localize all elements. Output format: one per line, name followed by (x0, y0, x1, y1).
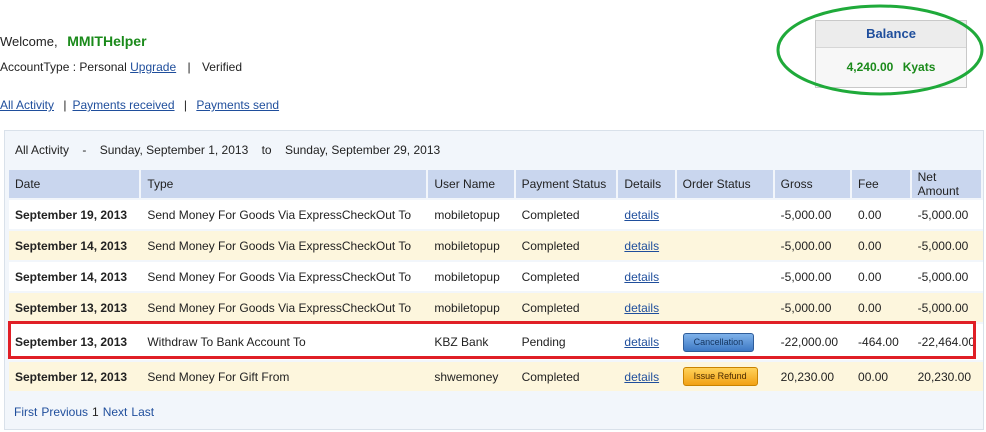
cell-gross: -5,000.00 (774, 200, 853, 229)
cell-date: September 13, 2013 (9, 293, 142, 322)
issue-refund-button[interactable]: Issue Refund (682, 367, 758, 386)
cell-details: details (618, 362, 677, 391)
all-activity-link[interactable]: All Activity (0, 98, 54, 112)
range-to-word: to (261, 143, 272, 157)
cell-date: September 14, 2013 (9, 231, 142, 260)
cell-net: -5,000.00 (911, 231, 983, 260)
nav-separator: | (183, 98, 187, 112)
date-range: All Activity - Sunday, September 1, 2013… (15, 143, 450, 157)
header-order-status: Order Status (676, 170, 775, 198)
cell-net: -5,000.00 (911, 262, 983, 291)
table-row: September 13, 2013 Send Money For Goods … (9, 293, 983, 322)
table-header-row: Date Type User Name Payment Status Detai… (9, 170, 983, 198)
details-link[interactable]: details (624, 208, 659, 222)
welcome-label: Welcome, (0, 34, 58, 49)
verified-status: Verified (201, 60, 242, 74)
cell-net: -5,000.00 (911, 293, 983, 322)
cell-details: details (618, 200, 677, 229)
details-link[interactable]: details (624, 270, 659, 284)
cell-fee: 0.00 (852, 200, 912, 229)
cell-status: Completed (515, 262, 619, 291)
header-type: Type (141, 170, 429, 198)
balance-highlight-oval (776, 4, 984, 96)
activity-panel: All Activity - Sunday, September 1, 2013… (4, 130, 984, 430)
pager-next[interactable]: Next (103, 405, 128, 419)
header-fee: Fee (852, 170, 912, 198)
cell-details: details (618, 293, 677, 322)
cell-fee: 0.00 (852, 262, 912, 291)
cell-details: details (618, 262, 677, 291)
cell-user: shwemoney (428, 362, 516, 391)
account-type-label: AccountType (0, 60, 70, 74)
nav-separator: | (63, 98, 67, 112)
cell-type: Send Money For Goods Via ExpressCheckOut… (141, 262, 429, 291)
cell-status: Completed (515, 200, 619, 229)
table-row: September 14, 2013 Send Money For Goods … (9, 262, 983, 291)
pending-row-highlight (8, 321, 976, 359)
pagination: First Previous 1 Next Last (14, 405, 158, 419)
header-user-name: User Name (428, 170, 516, 198)
cell-type: Send Money For Goods Via ExpressCheckOut… (141, 231, 429, 260)
header-gross: Gross (774, 170, 853, 198)
header-details: Details (618, 170, 677, 198)
cell-fee: 0.00 (852, 293, 912, 322)
cell-order-status (676, 231, 775, 260)
username: MMITHelper (67, 33, 147, 49)
details-link[interactable]: details (624, 239, 659, 253)
cell-order-status: Issue Refund (676, 362, 775, 391)
header-payment-status: Payment Status (515, 170, 619, 198)
cell-type: Send Money For Gift From (141, 362, 429, 391)
header-date: Date (9, 170, 142, 198)
cell-user: mobiletopup (428, 293, 516, 322)
cell-date: September 12, 2013 (9, 362, 142, 391)
account-line: AccountType : Personal Upgrade | Verifie… (0, 60, 242, 74)
cell-user: mobiletopup (428, 200, 516, 229)
cell-gross: -5,000.00 (774, 293, 853, 322)
cell-user: mobiletopup (428, 231, 516, 260)
pager-last[interactable]: Last (131, 405, 154, 419)
pager-first[interactable]: First (14, 405, 37, 419)
table-row: September 12, 2013 Send Money For Gift F… (9, 362, 983, 391)
activity-nav: All Activity | Payments received | Paymen… (0, 98, 279, 112)
cell-details: details (618, 231, 677, 260)
cell-date: September 19, 2013 (9, 200, 142, 229)
details-link[interactable]: details (624, 301, 659, 315)
table-row: September 19, 2013 Send Money For Goods … (9, 200, 983, 229)
cell-order-status (676, 262, 775, 291)
account-colon: : (72, 60, 77, 74)
cell-order-status (676, 293, 775, 322)
cell-net: 20,230.00 (911, 362, 983, 391)
cell-fee: 0.00 (852, 231, 912, 260)
payments-received-link[interactable]: Payments received (72, 98, 174, 112)
cell-status: Completed (515, 231, 619, 260)
cell-status: Completed (515, 362, 619, 391)
range-to: Sunday, September 29, 2013 (284, 143, 441, 157)
payments-send-link[interactable]: Payments send (196, 98, 279, 112)
cell-order-status (676, 200, 775, 229)
cell-net: -5,000.00 (911, 200, 983, 229)
account-type-value: Personal (79, 60, 127, 74)
cell-status: Completed (515, 293, 619, 322)
details-link[interactable]: details (624, 370, 659, 384)
cell-gross: -5,000.00 (774, 231, 853, 260)
cell-date: September 14, 2013 (9, 262, 142, 291)
cell-fee: 00.00 (852, 362, 912, 391)
upgrade-link[interactable]: Upgrade (130, 60, 176, 74)
account-separator: | (187, 60, 191, 74)
cell-gross: 20,230.00 (774, 362, 853, 391)
pager-current: 1 (92, 405, 99, 419)
pager-previous[interactable]: Previous (41, 405, 88, 419)
welcome-line: Welcome, MMITHelper (0, 33, 147, 49)
cell-gross: -5,000.00 (774, 262, 853, 291)
cell-type: Send Money For Goods Via ExpressCheckOut… (141, 293, 429, 322)
range-label: All Activity (15, 143, 70, 157)
header-net-amount: Net Amount (911, 170, 983, 198)
cell-user: mobiletopup (428, 262, 516, 291)
transactions-table: Date Type User Name Payment Status Detai… (9, 168, 983, 393)
range-dash: - (82, 143, 87, 157)
range-from: Sunday, September 1, 2013 (99, 143, 249, 157)
table-row: September 14, 2013 Send Money For Goods … (9, 231, 983, 260)
cell-type: Send Money For Goods Via ExpressCheckOut… (141, 200, 429, 229)
